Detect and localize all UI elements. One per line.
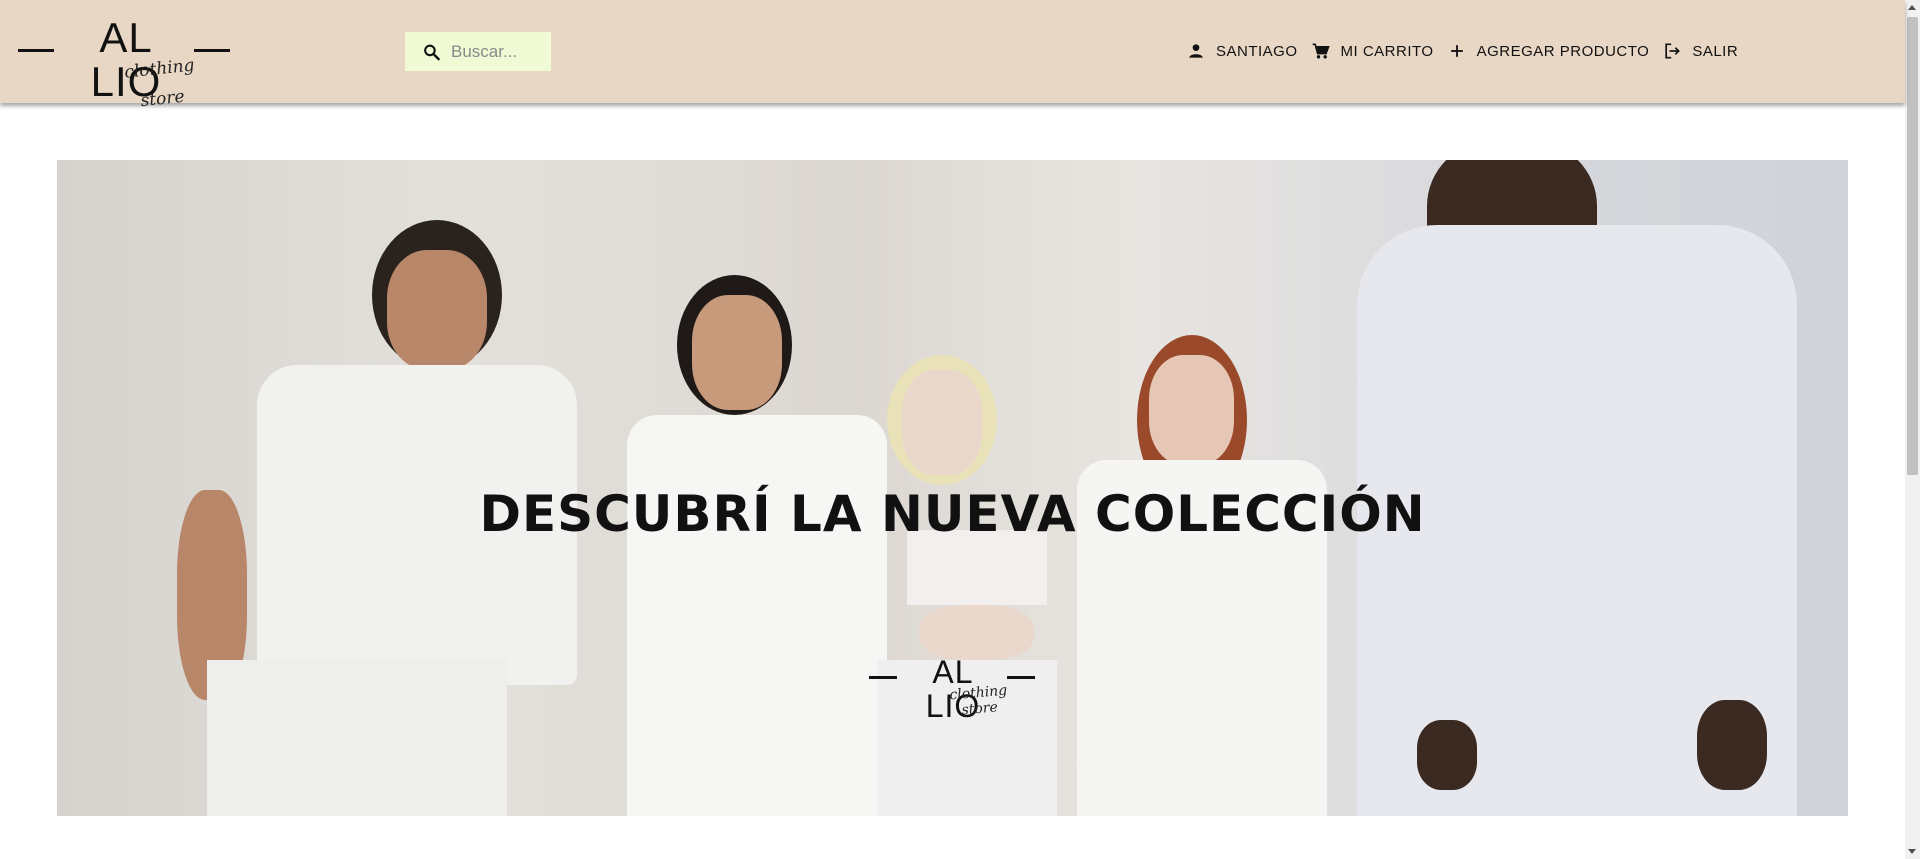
nav-item-add-product[interactable]: AGREGAR PRODUCTO [1447,41,1650,61]
nav-label-logout: SALIR [1692,42,1739,60]
nav-label-profile: SANTIAGO [1216,42,1298,60]
page-scrollbar[interactable] [1905,0,1920,859]
hero-logo-tagline: clothing store [948,682,1008,719]
hero-logo-dash-left [869,676,897,679]
nav-label-add-product: AGREGAR PRODUCTO [1476,42,1650,60]
nav-item-logout[interactable]: SALIR [1662,41,1738,61]
hero-banner[interactable]: DESCUBRÍ LA NUEVA COLECCIÓN AL LIO cloth… [57,160,1848,816]
logout-icon [1665,43,1681,59]
hero-logo: AL LIO clothing store [867,655,1042,723]
hero-title: DESCUBRÍ LA NUEVA COLECCIÓN [479,485,1426,543]
search-input[interactable] [451,36,551,67]
nav-label-cart: MI CARRITO [1340,42,1434,60]
brand-tagline: clothing store [123,55,196,112]
brand-logo[interactable]: AL LIO clothing store [16,16,231,111]
logo-dash-left [18,49,54,52]
user-nav: SANTIAGO MI CARRITO AGREGAR PRODUCTO SAL… [1186,37,1751,65]
scrollbar-thumb[interactable] [1907,17,1918,475]
scroll-up-arrow-icon[interactable] [1908,5,1916,10]
plus-icon [1450,45,1463,57]
hero-logo-dash-right [1007,676,1035,679]
nav-item-cart[interactable]: MI CARRITO [1311,41,1434,61]
search-icon [424,44,440,60]
person-icon [1189,44,1203,58]
cart-icon [1312,43,1330,59]
scroll-down-arrow-icon[interactable] [1908,849,1916,854]
search-box[interactable] [405,32,551,71]
top-navbar: AL LIO clothing store SANTIAGO MI CARRI [0,0,1905,111]
nav-item-profile[interactable]: SANTIAGO [1186,41,1298,61]
